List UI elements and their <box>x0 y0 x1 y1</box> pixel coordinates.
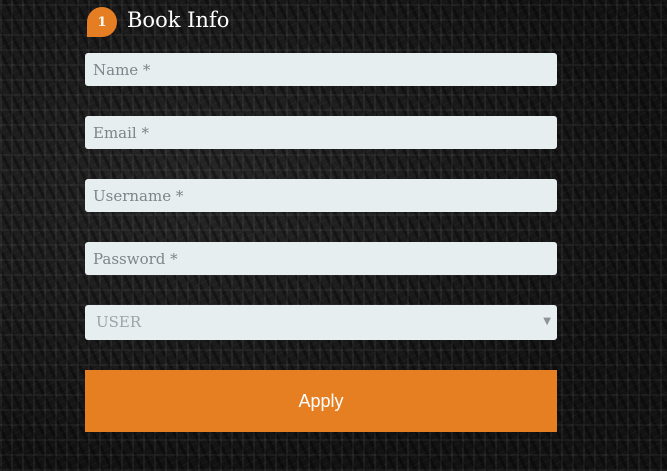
name-field[interactable] <box>85 53 557 86</box>
chevron-down-icon: ▼ <box>543 316 551 327</box>
email-field[interactable] <box>85 116 557 149</box>
step-badge: 1 <box>87 7 117 37</box>
role-select-value: USER <box>96 313 142 331</box>
apply-button[interactable]: Apply <box>85 370 557 432</box>
password-field[interactable] <box>85 242 557 275</box>
role-select[interactable]: USER ▼ <box>85 305 557 340</box>
username-field[interactable] <box>85 179 557 212</box>
section-title: Book Info <box>127 8 230 32</box>
section-header: 1 Book Info <box>85 0 557 46</box>
registration-form: 1 Book Info USER ▼ Apply <box>85 0 557 432</box>
